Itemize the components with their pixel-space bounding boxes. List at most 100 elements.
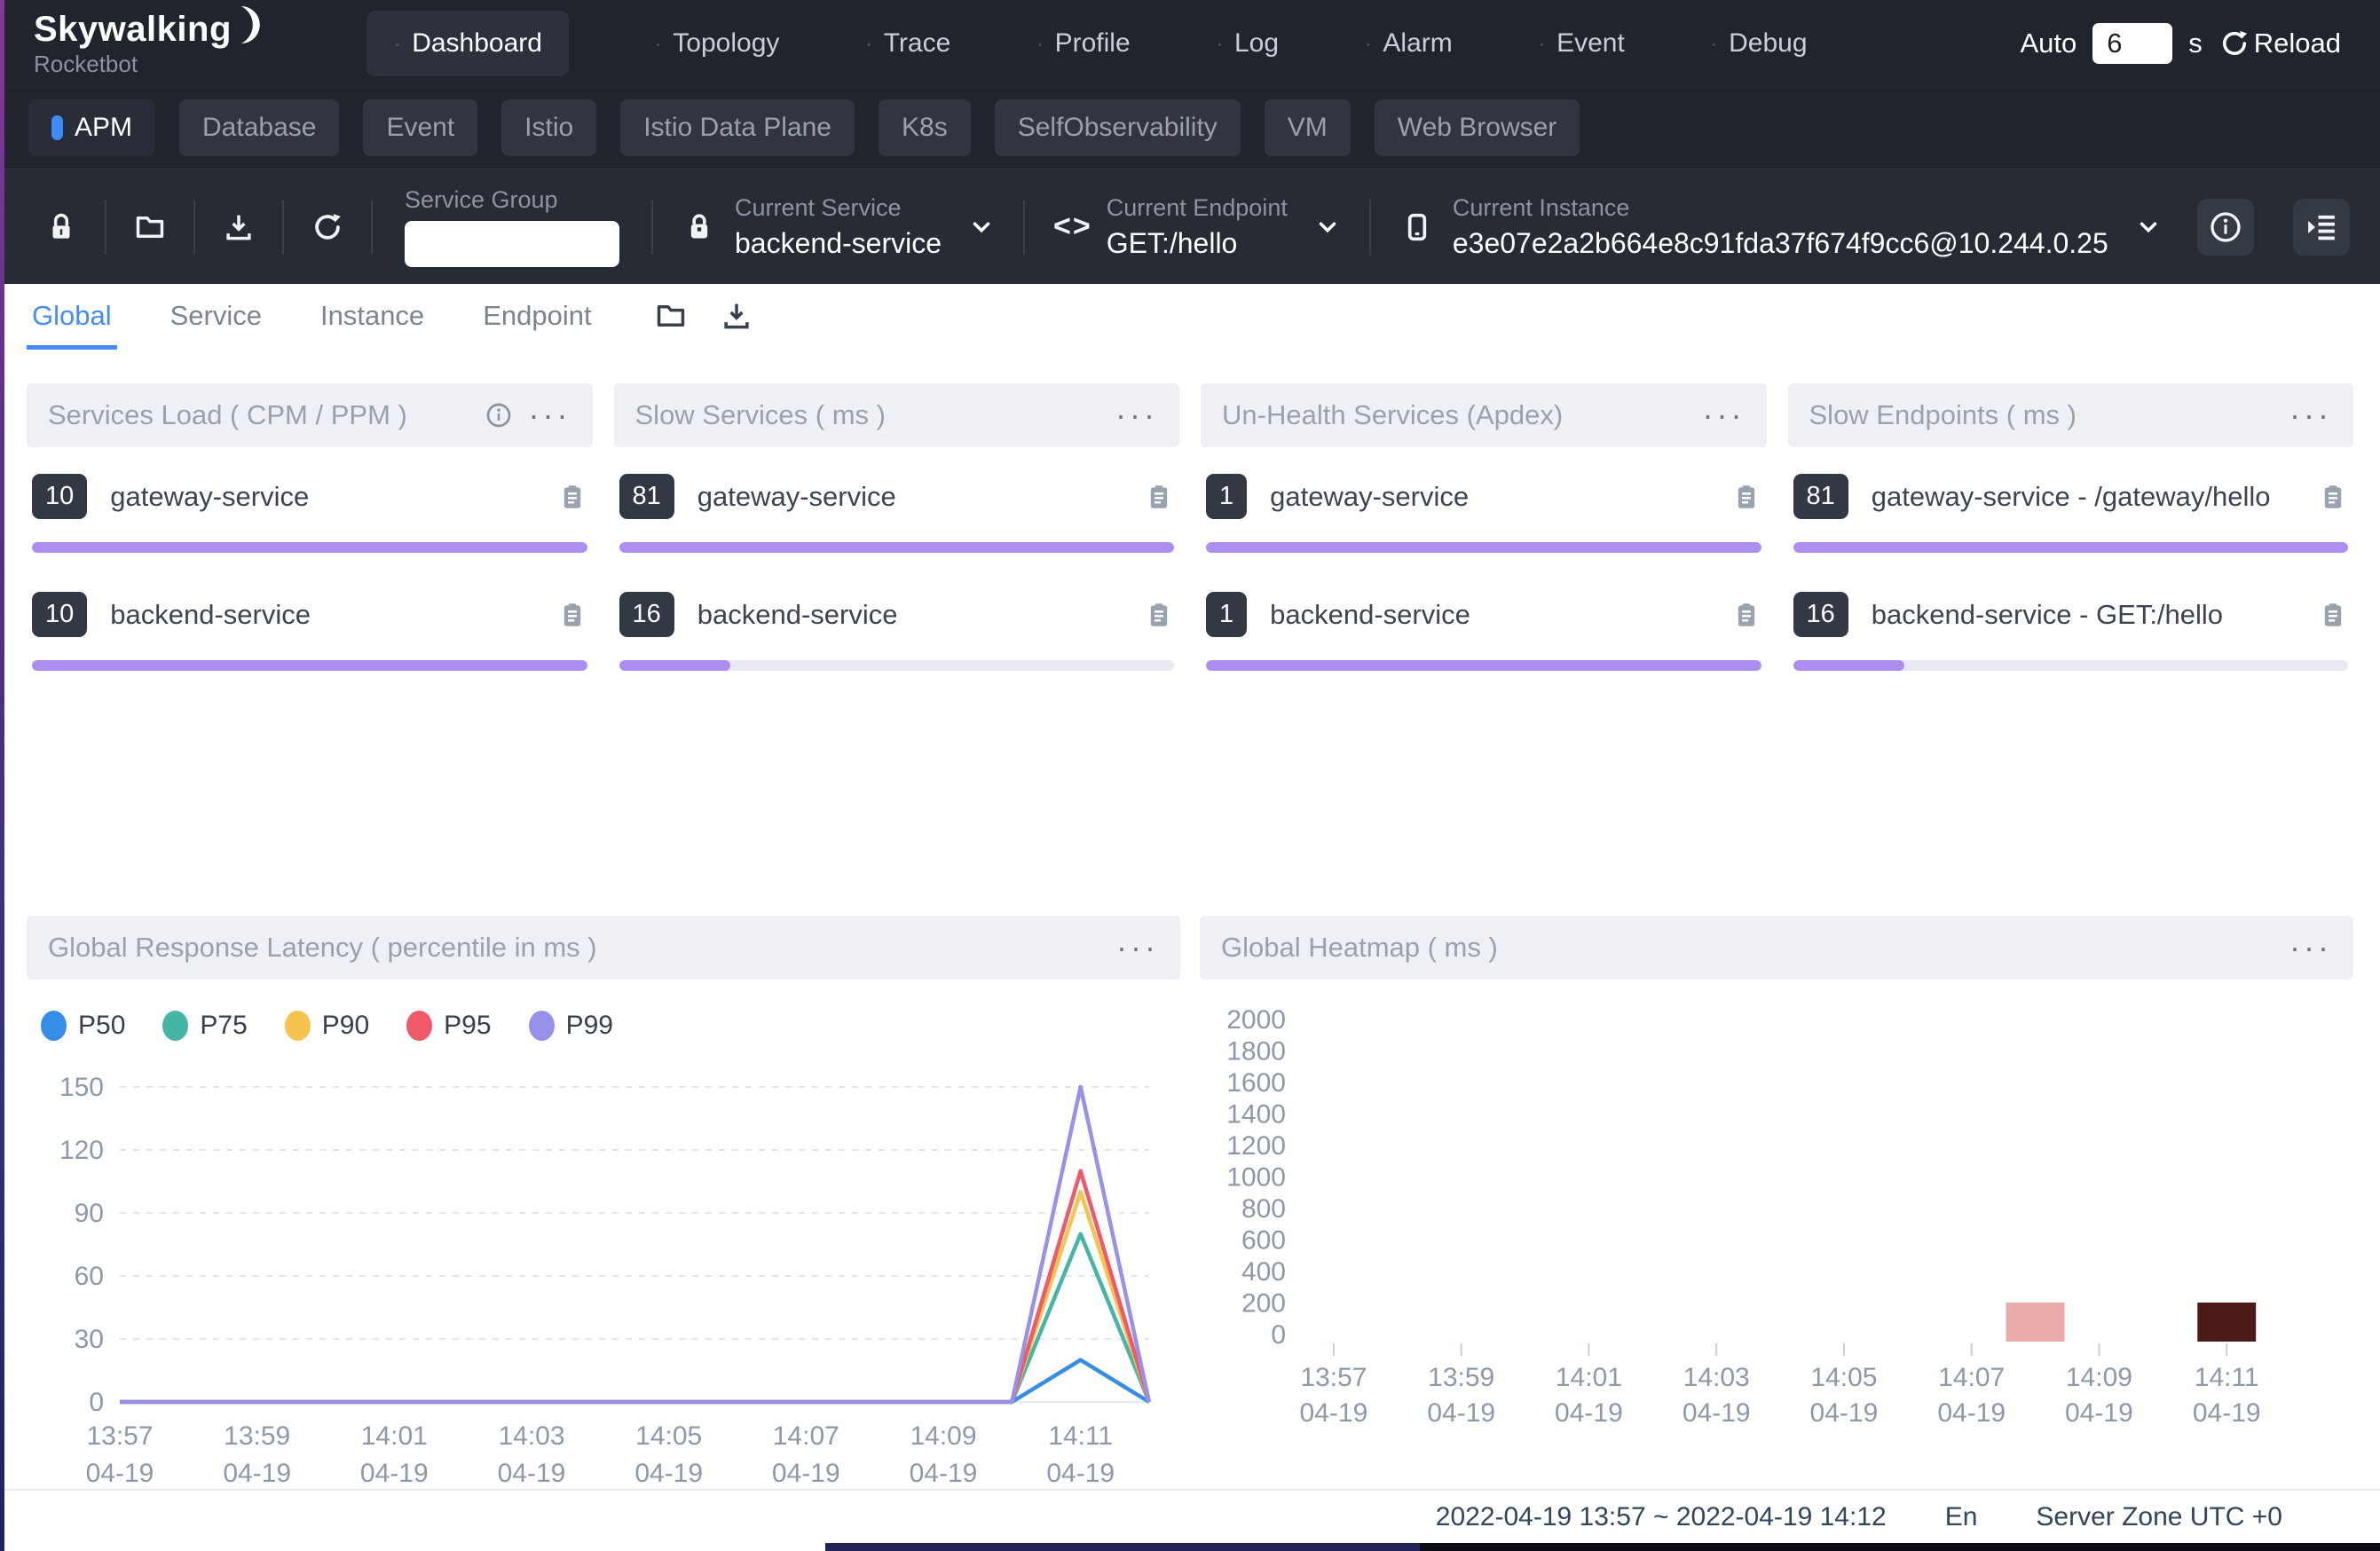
layer-tab-apm[interactable]: APM [28,99,155,156]
reload-button[interactable]: Reload [2218,28,2341,59]
nav-item-debug[interactable]: Debug [1710,28,1808,59]
card-header: Global Response Latency ( percentile in … [27,916,1180,980]
list-item[interactable]: 16 backend-service - GET:/hello [1793,592,2349,671]
list-item[interactable]: 81 gateway-service [619,474,1175,553]
toolbar-divider [105,200,106,255]
nav-item-alarm[interactable]: Alarm [1364,28,1453,59]
nav-item-event[interactable]: Event [1538,28,1625,59]
legend-p50[interactable]: P50 [41,1011,125,1041]
tab-endpoint[interactable]: Endpoint [483,300,591,332]
legend-p99[interactable]: P99 [529,1011,613,1041]
server-zone[interactable]: Server Zone UTC +0 [2036,1502,2282,1532]
global-heatmap-chart[interactable]: 020040060080010001200140016001800200013:… [1200,980,2353,1432]
clipboard-copy-icon[interactable] [2318,482,2348,512]
collapse-panel-button[interactable] [2293,199,2350,256]
lock-button[interactable] [44,210,78,244]
legend-p95[interactable]: P95 [406,1011,491,1041]
nav-item-topology[interactable]: Topology [654,28,779,59]
list-item[interactable]: 10 backend-service [32,592,587,671]
layer-tab-database[interactable]: Database [179,99,339,156]
service-group-input[interactable] [405,221,619,267]
tab-service[interactable]: Service [170,300,262,332]
current-endpoint-selector[interactable]: <> Current Endpoint GET:/hello [1053,194,1341,260]
nav-item-log[interactable]: Log [1216,28,1279,59]
folder-button[interactable] [133,210,167,244]
clipboard-copy-icon[interactable] [1144,482,1174,512]
legend-dot [529,1011,555,1041]
list-item[interactable]: 1 backend-service [1206,592,1761,671]
current-service-selector[interactable]: Current Service backend-service [682,194,995,260]
svg-text:14:09: 14:09 [2066,1363,2132,1392]
app-logo[interactable]: Skywalking Rocketbot [34,12,260,75]
card-header: Un-Health Services (Apdex) ··· [1201,383,1767,447]
progress-bar [1206,542,1761,553]
svg-text:1400: 1400 [1226,1100,1286,1130]
reload-label: Reload [2254,28,2341,59]
chevron-down-icon[interactable] [2135,214,2162,240]
card-menu-button[interactable]: ··· [1116,941,1159,954]
layer-tab-k8s[interactable]: K8s [879,99,971,156]
layer-tab-istio-data-plane[interactable]: Istio Data Plane [620,99,855,156]
svg-text:1000: 1000 [1226,1163,1286,1193]
nav-item-profile[interactable]: Profile [1036,28,1130,59]
legend-p90[interactable]: P90 [285,1011,369,1041]
svg-text:1600: 1600 [1226,1068,1286,1098]
svg-text:1200: 1200 [1226,1131,1286,1161]
auto-interval-input[interactable] [2092,23,2172,64]
list-item[interactable]: 10 gateway-service [32,474,587,553]
card-menu-button[interactable]: ··· [1703,409,1746,421]
service-name: backend-service [1270,599,1707,631]
clipboard-copy-icon[interactable] [1144,600,1174,630]
svg-text:13:59: 13:59 [1428,1363,1494,1392]
clipboard-copy-icon[interactable] [1731,482,1761,512]
clipboard-copy-icon[interactable] [557,482,587,512]
chevron-down-icon[interactable] [1314,214,1341,240]
export-button[interactable] [222,210,256,244]
current-service-label: Current Service [735,194,942,222]
card-menu-button[interactable]: ··· [1115,409,1158,421]
list-item[interactable]: 16 backend-service [619,592,1175,671]
time-range-picker[interactable]: 2022-04-19 13:57 ~ 2022-04-19 14:12 [1436,1502,1887,1532]
folder-tab-button[interactable] [654,299,688,333]
layer-tab-event[interactable]: Event [363,99,477,156]
svg-text:13:57: 13:57 [86,1421,153,1451]
card-menu-button[interactable]: ··· [529,409,571,421]
nav-item-dashboard[interactable]: Dashboard [366,11,569,76]
info-icon[interactable] [485,401,513,429]
progress-track [1206,542,1761,553]
latency-line-chart[interactable]: 030609012015013:5704-1913:5904-1914:0104… [27,1047,1180,1500]
layer-tab-vm[interactable]: VM [1265,99,1351,156]
nav-item-trace[interactable]: Trace [864,28,950,59]
auto-label: Auto [2020,28,2077,59]
current-instance-selector[interactable]: Current Instance e3e07e2a2b664e8c91fda37… [1399,194,2162,260]
clipboard-copy-icon[interactable] [2318,600,2348,630]
list-item[interactable]: 1 gateway-service [1206,474,1761,553]
tab-instance[interactable]: Instance [320,300,424,332]
layer-tab-selfobservability[interactable]: SelfObservability [995,99,1241,156]
layer-tab-web-browser[interactable]: Web Browser [1375,99,1580,156]
card-slow-endpoints: Slow Endpoints ( ms ) ··· 81 gateway-ser… [1788,383,2354,894]
card-menu-button[interactable]: ··· [2289,941,2332,954]
tab-global[interactable]: Global [32,300,112,332]
value-badge: 10 [32,592,87,637]
toolbar-divider [371,200,373,255]
clipboard-copy-icon[interactable] [557,600,587,630]
card-menu-button[interactable]: ··· [2289,409,2332,421]
heatmap-chart-card: Global Heatmap ( ms ) ··· 02004006008001… [1200,916,2353,1500]
chevron-down-icon[interactable] [968,214,995,240]
refresh-button[interactable] [311,210,344,244]
svg-text:14:11: 14:11 [1048,1421,1113,1451]
layer-tab-istio[interactable]: Istio [501,99,596,156]
reload-icon [2218,28,2250,59]
latency-chart-card: Global Response Latency ( percentile in … [27,916,1180,1500]
export-tab-button[interactable] [720,299,753,333]
clipboard-copy-icon[interactable] [1731,600,1761,630]
legend-p75[interactable]: P75 [162,1011,247,1041]
info-button[interactable] [2197,199,2254,256]
list-item[interactable]: 81 gateway-service - /gateway/hello [1793,474,2349,553]
svg-text:04-19: 04-19 [1046,1459,1115,1488]
svg-text:14:01: 14:01 [361,1421,428,1451]
language-switch[interactable]: En [1945,1502,1978,1532]
svg-text:14:05: 14:05 [635,1421,702,1451]
download-icon [720,299,753,333]
